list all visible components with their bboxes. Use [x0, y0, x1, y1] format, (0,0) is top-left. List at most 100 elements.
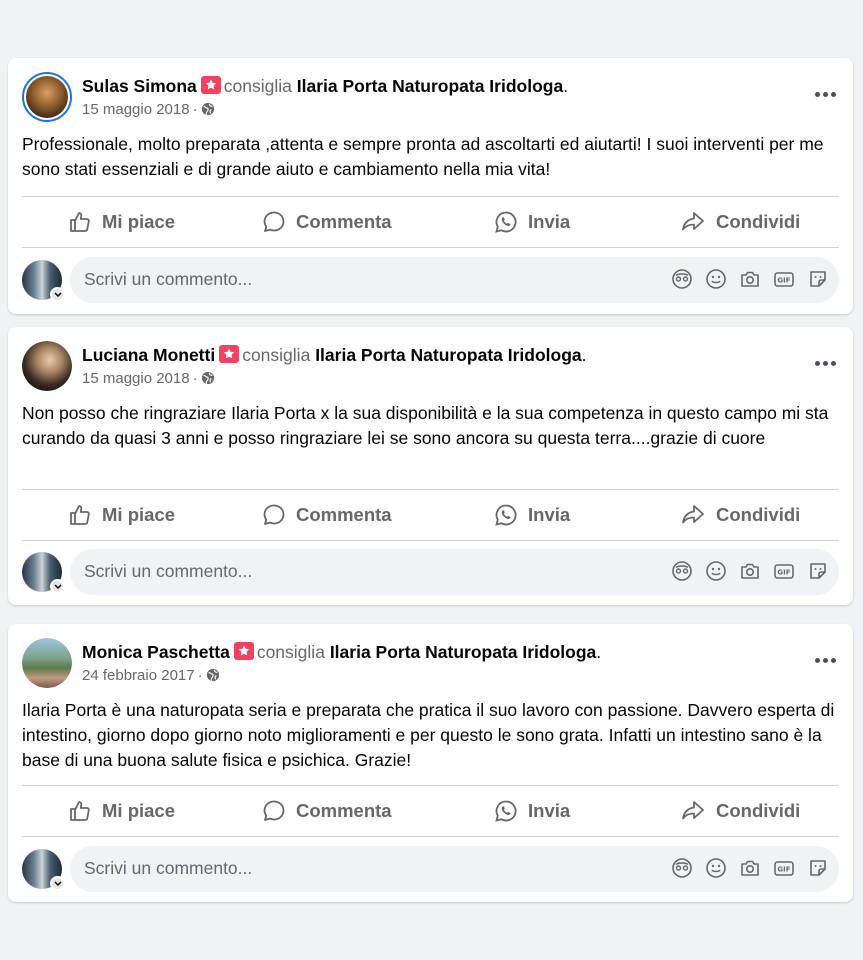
comment-composer: Scrivi un commento... GIF [22, 549, 839, 595]
send-label: Invia [528, 211, 571, 232]
comment-button[interactable]: Commenta [262, 197, 392, 247]
thumbs-up-icon [70, 505, 90, 525]
period: . [581, 345, 587, 365]
comment-input[interactable]: Scrivi un commento... GIF [70, 257, 839, 303]
svg-text:GIF: GIF [777, 277, 790, 285]
chevron-down-icon[interactable] [50, 579, 65, 594]
thumbs-up-icon [70, 801, 90, 821]
speech-bubble-icon [263, 800, 285, 821]
period: . [563, 76, 569, 96]
speech-bubble-icon [263, 211, 285, 232]
recommend-star-icon [200, 76, 221, 94]
comment-label: Commenta [296, 800, 392, 821]
post-header: Sulas Simona consiglia Ilaria Porta Natur… [22, 72, 839, 126]
recommend-verb: consiglia [223, 76, 292, 96]
review-text: Non posso che ringraziare Ilaria Porta x… [22, 403, 829, 448]
like-label: Mi piace [102, 211, 175, 232]
gif-icon[interactable]: GIF [773, 268, 795, 290]
comment-composer: Scrivi un commento... GIF [22, 257, 839, 303]
globe-icon [201, 102, 214, 116]
action-bar: Mi piace Commenta Invia Condividi [22, 785, 839, 837]
send-button[interactable]: Invia [494, 490, 570, 540]
review-text: Professionale, molto preparata ,attenta … [22, 134, 824, 179]
whatsapp-icon [495, 800, 517, 822]
post-header: Monica Paschetta consiglia Ilaria Porta N… [22, 638, 839, 692]
whatsapp-icon [495, 504, 517, 526]
share-arrow-icon [682, 505, 704, 524]
share-label: Condividi [716, 504, 801, 525]
comment-input[interactable]: Scrivi un commento... GIF [70, 549, 839, 595]
period: . [596, 642, 602, 662]
chevron-down-icon[interactable] [50, 287, 65, 302]
gif-icon[interactable]: GIF [773, 560, 795, 582]
sticker-icon[interactable] [807, 268, 829, 290]
emoji-icon[interactable] [705, 857, 727, 879]
separator-dot: · [192, 370, 198, 387]
review-post: Monica Paschetta consiglia Ilaria Porta N… [8, 624, 853, 902]
author-avatar[interactable] [22, 638, 72, 688]
send-button[interactable]: Invia [494, 197, 570, 247]
chevron-down-icon[interactable] [50, 876, 65, 891]
more-options-icon[interactable] [811, 652, 839, 668]
review-post: Luciana Monetti consiglia Ilaria Porta Na… [8, 327, 853, 605]
post-date[interactable]: 15 maggio 2018 [82, 370, 190, 387]
like-button[interactable]: Mi piace [68, 786, 175, 836]
recommend-star-icon [233, 642, 254, 660]
emoji-icon[interactable] [705, 268, 727, 290]
send-button[interactable]: Invia [494, 786, 570, 836]
sticker-icon[interactable] [807, 857, 829, 879]
author-name[interactable]: Sulas Simona [82, 76, 197, 96]
comment-button[interactable]: Commenta [262, 786, 392, 836]
whatsapp-icon [495, 211, 517, 233]
post-header: Luciana Monetti consiglia Ilaria Porta Na… [22, 341, 839, 395]
comment-input[interactable]: Scrivi un commento... GIF [70, 846, 839, 892]
share-arrow-icon [682, 212, 704, 231]
comment-placeholder: Scrivi un commento... [84, 858, 253, 878]
camera-icon[interactable] [739, 268, 761, 290]
page-name-link[interactable]: Ilaria Porta Naturopata Iridologa [330, 642, 596, 662]
recommend-star-icon [219, 345, 240, 363]
current-user-avatar[interactable] [22, 260, 65, 302]
current-user-avatar[interactable] [22, 849, 65, 891]
like-button[interactable]: Mi piace [68, 490, 175, 540]
like-label: Mi piace [102, 504, 175, 525]
svg-text:GIF: GIF [777, 569, 790, 577]
comment-button[interactable]: Commenta [262, 490, 392, 540]
action-bar: Mi piace Commenta Invia Condividi [22, 489, 839, 541]
post-date[interactable]: 15 maggio 2018 [82, 101, 190, 118]
author-avatar[interactable] [22, 72, 72, 122]
post-date[interactable]: 24 febbraio 2017 [82, 667, 195, 684]
author-avatar[interactable] [22, 341, 72, 391]
like-button[interactable]: Mi piace [68, 197, 175, 247]
action-bar: Mi piace Commenta Invia Condividi [22, 196, 839, 248]
globe-icon [206, 668, 219, 682]
thumbs-up-icon [70, 212, 90, 232]
share-label: Condividi [716, 800, 801, 821]
recommend-verb: consiglia [242, 345, 311, 365]
camera-icon[interactable] [739, 560, 761, 582]
avatar-sticker-icon[interactable] [671, 857, 693, 879]
camera-icon[interactable] [739, 857, 761, 879]
more-options-icon[interactable] [811, 86, 839, 102]
share-button[interactable]: Condividi [680, 197, 800, 247]
more-options-icon[interactable] [811, 355, 839, 371]
share-arrow-icon [682, 801, 704, 820]
comment-placeholder: Scrivi un commento... [84, 269, 253, 289]
author-name[interactable]: Monica Paschetta [82, 642, 230, 662]
page-name-link[interactable]: Ilaria Porta Naturopata Iridologa [297, 76, 563, 96]
avatar-sticker-icon[interactable] [671, 268, 693, 290]
review-text: Ilaria Porta è una naturopata seria e pr… [22, 700, 835, 770]
author-name[interactable]: Luciana Monetti [82, 345, 215, 365]
recommend-verb: consiglia [256, 642, 325, 662]
page-name-link[interactable]: Ilaria Porta Naturopata Iridologa [315, 345, 581, 365]
share-button[interactable]: Condividi [680, 786, 800, 836]
like-label: Mi piace [102, 800, 175, 821]
sticker-icon[interactable] [807, 560, 829, 582]
share-button[interactable]: Condividi [680, 490, 800, 540]
avatar-sticker-icon[interactable] [671, 560, 693, 582]
emoji-icon[interactable] [705, 560, 727, 582]
current-user-avatar[interactable] [22, 552, 65, 594]
gif-icon[interactable]: GIF [773, 857, 795, 879]
send-label: Invia [528, 504, 571, 525]
comment-label: Commenta [296, 504, 392, 525]
